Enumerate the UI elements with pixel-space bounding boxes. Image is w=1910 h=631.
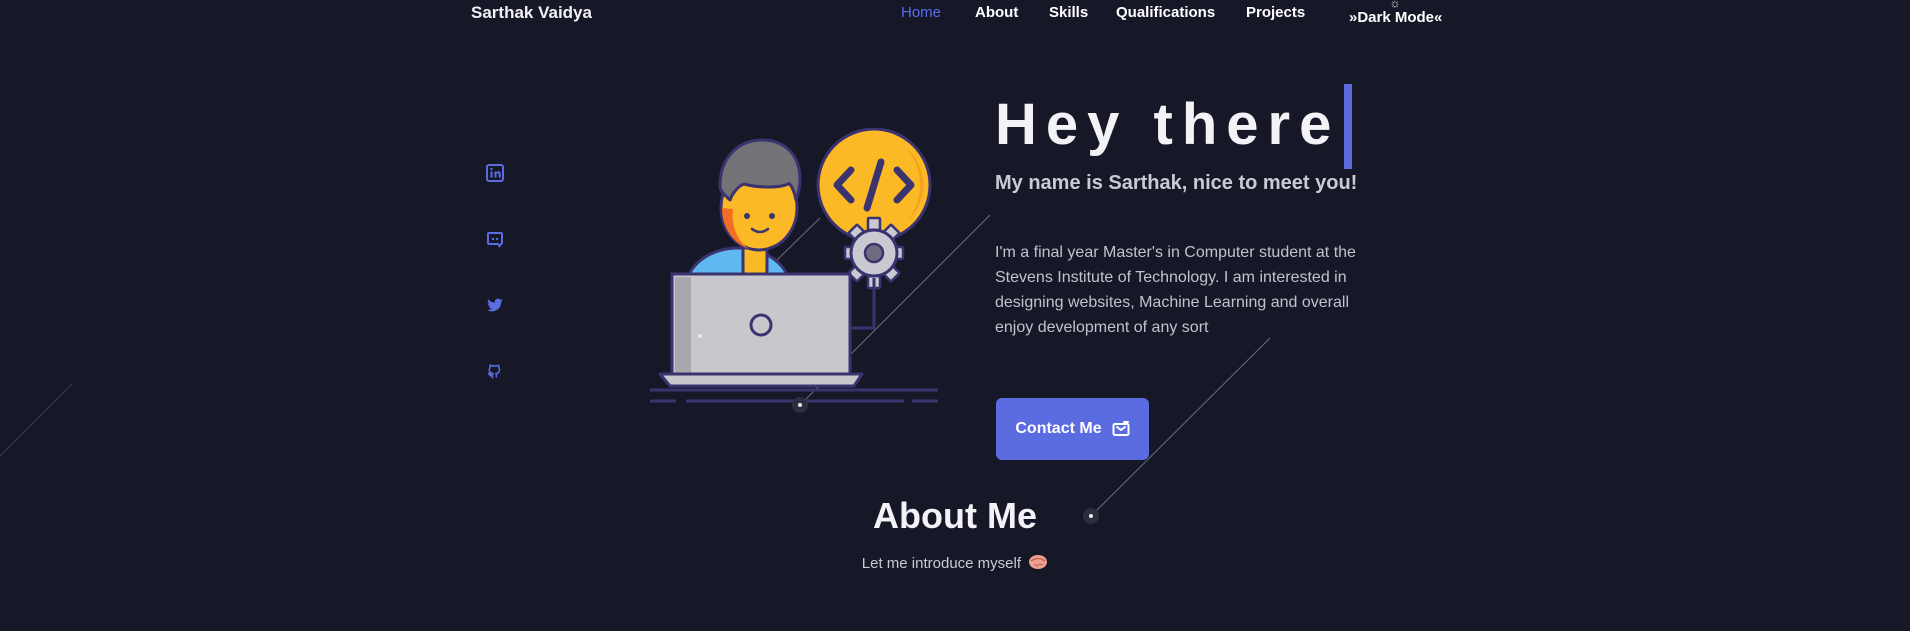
hero-greeting: Hey there <box>995 92 1341 157</box>
theme-toggle[interactable]: ☼ »Dark Mode« <box>1349 0 1443 26</box>
about-title: About Me <box>873 495 1037 536</box>
developer-illustration <box>650 128 938 403</box>
about-subtitle-text: Let me introduce myself <box>861 555 1022 572</box>
twitter-link[interactable] <box>484 294 506 316</box>
linkedin-icon <box>486 164 504 182</box>
handshake-icon <box>1029 555 1048 569</box>
nav-link-about[interactable]: About <box>975 4 1018 21</box>
github-link[interactable] <box>484 360 506 382</box>
hero-subtitle: My name is Sarthak, nice to meet you! <box>995 172 1358 194</box>
discord-link[interactable] <box>484 228 506 250</box>
theme-toggle-label: »Dark Mode« <box>1349 9 1443 26</box>
sun-icon: ☼ <box>1389 0 1401 10</box>
main-nav: Home About Skills Qualifications Project… <box>0 4 1910 28</box>
contact-button[interactable]: Contact Me <box>996 398 1149 460</box>
twitter-icon <box>487 298 503 312</box>
linkedin-link[interactable] <box>484 162 506 184</box>
contact-button-label: Contact Me <box>1015 420 1102 437</box>
nav-link-projects[interactable]: Projects <box>1246 4 1305 21</box>
typing-cursor <box>1344 84 1352 169</box>
github-icon <box>487 364 501 379</box>
gear-icon <box>843 216 905 290</box>
about-subtitle: Let me introduce myself <box>0 553 1910 572</box>
nav-link-qualifications[interactable]: Qualifications <box>1116 4 1215 21</box>
mail-icon <box>1112 421 1130 436</box>
discord-icon <box>487 232 503 248</box>
hero-description: I'm a final year Master's in Computer st… <box>995 244 1356 336</box>
nav-link-skills[interactable]: Skills <box>1049 4 1088 21</box>
nav-link-home[interactable]: Home <box>901 4 941 21</box>
